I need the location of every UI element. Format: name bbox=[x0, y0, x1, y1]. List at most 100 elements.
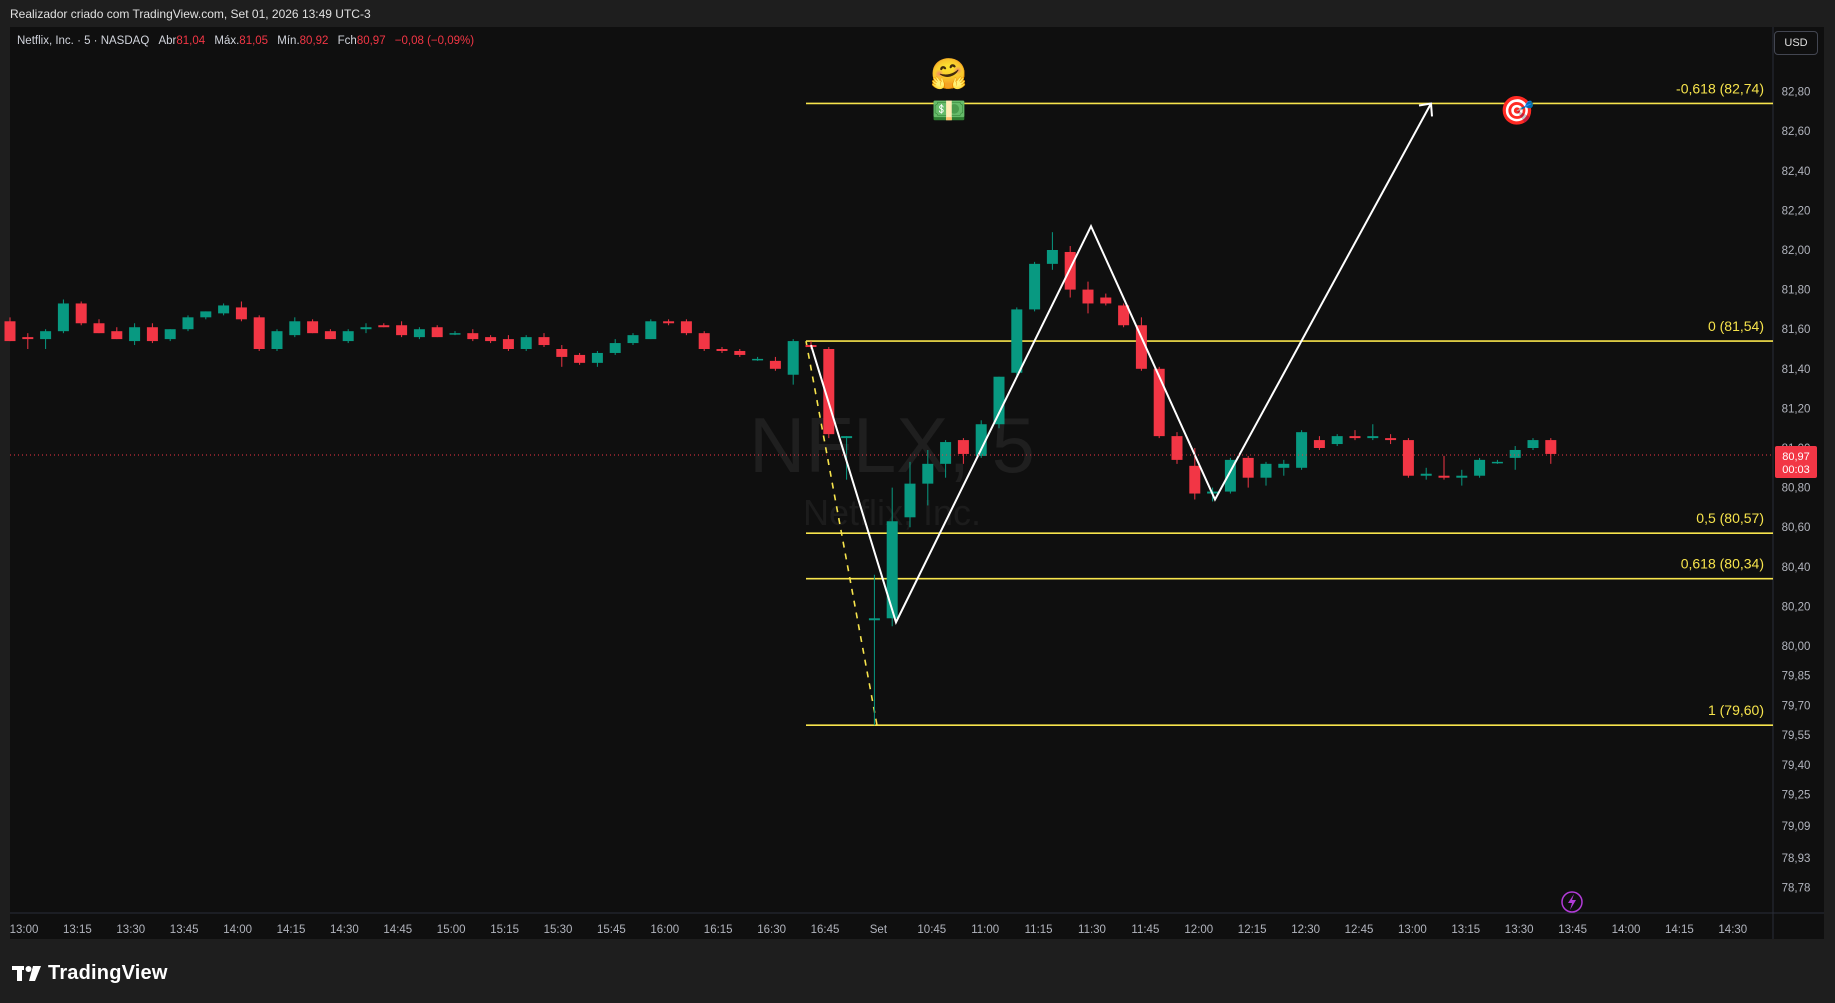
candle-body bbox=[922, 463, 934, 484]
candle-body bbox=[111, 331, 123, 340]
price-tick-label: 80,20 bbox=[1782, 601, 1811, 613]
candle-body bbox=[360, 327, 372, 330]
time-tick-label: 16:30 bbox=[757, 924, 786, 936]
tradingview-logo[interactable]: TradingView bbox=[12, 962, 168, 985]
time-tick-label: 14:00 bbox=[1612, 924, 1641, 936]
candle-body bbox=[1509, 449, 1521, 458]
candle-body bbox=[1296, 432, 1308, 468]
candle-body bbox=[627, 335, 639, 344]
time-tick-label: 13:45 bbox=[1558, 924, 1587, 936]
candle-body bbox=[538, 337, 550, 346]
candle-body bbox=[680, 321, 692, 334]
candle-body bbox=[1011, 309, 1023, 373]
price-tick-label: 81,20 bbox=[1782, 403, 1811, 415]
time-tick-label: 11:15 bbox=[1025, 924, 1053, 936]
last-price-countdown: 00:03 bbox=[1782, 464, 1810, 476]
candle-body bbox=[253, 317, 265, 349]
candle-body bbox=[574, 354, 586, 363]
candle-body bbox=[645, 321, 657, 340]
tradingview-logo-text: TradingView bbox=[48, 962, 168, 984]
price-tick-label: 81,40 bbox=[1782, 364, 1811, 376]
time-tick-label: 14:30 bbox=[1718, 924, 1747, 936]
footer bbox=[0, 939, 1835, 1003]
time-axis[interactable]: 13:00 13:15 13:30 13:45 14:00 14:15 14:30 14:45… bbox=[10, 924, 1748, 936]
candle-body bbox=[431, 327, 443, 338]
candle-body bbox=[886, 521, 898, 619]
time-tick-label: 11:00 bbox=[971, 924, 999, 936]
candle-body bbox=[146, 327, 158, 342]
hug-emoji: 🤗 bbox=[930, 57, 967, 91]
candle-body bbox=[271, 331, 283, 349]
price-tick-label: 82,80 bbox=[1782, 87, 1811, 99]
candle-body bbox=[1331, 436, 1343, 445]
lightning-icon[interactable] bbox=[1561, 891, 1583, 913]
time-tick-label: 14:15 bbox=[277, 924, 306, 936]
price-tick-label: 79,25 bbox=[1782, 790, 1811, 802]
candle-body bbox=[378, 325, 390, 328]
price-tick-label: 79,70 bbox=[1782, 700, 1811, 712]
candle-body bbox=[868, 618, 880, 621]
candle-body bbox=[787, 341, 799, 375]
candle-body bbox=[1527, 440, 1539, 448]
time-tick-label: 13:00 bbox=[10, 924, 39, 936]
candle-body bbox=[396, 325, 408, 336]
price-tick-label: 79,40 bbox=[1782, 760, 1811, 772]
candle-body bbox=[1064, 251, 1076, 290]
candle-body bbox=[93, 323, 105, 334]
time-tick-label: Set bbox=[870, 924, 888, 936]
time-tick-label: 13:15 bbox=[63, 924, 92, 936]
money-emoji: 💵 bbox=[932, 95, 967, 126]
fib-level-label: -0,618 (82,74) bbox=[1676, 80, 1764, 96]
projection-polyline[interactable] bbox=[810, 103, 1432, 625]
price-tick-label: 80,00 bbox=[1782, 641, 1811, 653]
price-axis[interactable]: 82,80 82,60 82,40 82,20 82,00 81,80 81,60 81,40… bbox=[1782, 87, 1811, 895]
candle-body bbox=[4, 321, 16, 342]
candle-body bbox=[449, 333, 461, 335]
legend-change: −0,08 (−0,09%) bbox=[394, 35, 475, 47]
currency-button[interactable]: USD bbox=[1774, 31, 1818, 55]
last-price-value: 80,97 bbox=[1782, 451, 1810, 463]
tradingview-logo-icon bbox=[12, 965, 42, 983]
price-tick-label: 80,40 bbox=[1782, 562, 1811, 574]
price-tick-label: 80,80 bbox=[1782, 483, 1811, 495]
candle-body bbox=[129, 327, 141, 342]
time-tick-label: 12:30 bbox=[1291, 924, 1320, 936]
legend-close-value: 80,97 bbox=[356, 35, 386, 47]
chart-svg[interactable]: NFLX, 5 Netflix, Inc. -0,618 (82,74)0 (8… bbox=[0, 0, 1835, 1003]
projection-path[interactable] bbox=[810, 102, 1433, 625]
time-tick-label: 13:30 bbox=[1505, 924, 1534, 936]
candle-body bbox=[218, 305, 230, 314]
candle-body bbox=[698, 333, 710, 349]
candle-body bbox=[609, 343, 621, 353]
candle-body bbox=[734, 350, 746, 355]
candle-body bbox=[520, 337, 532, 349]
legend-symbol: Netflix, Inc. · 5 · NASDAQ bbox=[17, 35, 150, 47]
candle-body bbox=[342, 331, 354, 342]
price-tick-label: 82,00 bbox=[1782, 245, 1811, 257]
candle-body bbox=[22, 337, 34, 340]
candle-body bbox=[324, 331, 336, 340]
legend-high-label: Máx. bbox=[214, 35, 240, 47]
candle-body bbox=[957, 440, 969, 454]
candle-body bbox=[1100, 297, 1112, 304]
candle-body bbox=[1491, 461, 1503, 464]
candle-body bbox=[75, 303, 87, 324]
time-tick-label: 14:00 bbox=[223, 924, 252, 936]
candle-body bbox=[1082, 289, 1094, 304]
time-tick-label: 10:45 bbox=[917, 924, 946, 936]
candle-body bbox=[182, 317, 194, 330]
candle-body bbox=[1402, 440, 1414, 476]
time-tick-label: 16:00 bbox=[650, 924, 679, 936]
time-tick-label: 16:15 bbox=[704, 924, 733, 936]
candle-body bbox=[502, 339, 514, 349]
last-price-tag: 80,97 00:03 bbox=[1775, 446, 1817, 478]
price-tick-label: 78,78 bbox=[1782, 883, 1811, 895]
candle-body bbox=[841, 436, 853, 439]
time-tick-label: 13:15 bbox=[1451, 924, 1480, 936]
candle-body bbox=[485, 337, 497, 342]
candle-body bbox=[1029, 263, 1041, 310]
candle-body bbox=[40, 331, 52, 340]
symbol-legend: Netflix, Inc. · 5 · NASDAQ Abr81,04 Máx.… bbox=[17, 35, 474, 47]
time-tick-label: 12:00 bbox=[1184, 924, 1213, 936]
time-tick-label: 15:15 bbox=[490, 924, 519, 936]
